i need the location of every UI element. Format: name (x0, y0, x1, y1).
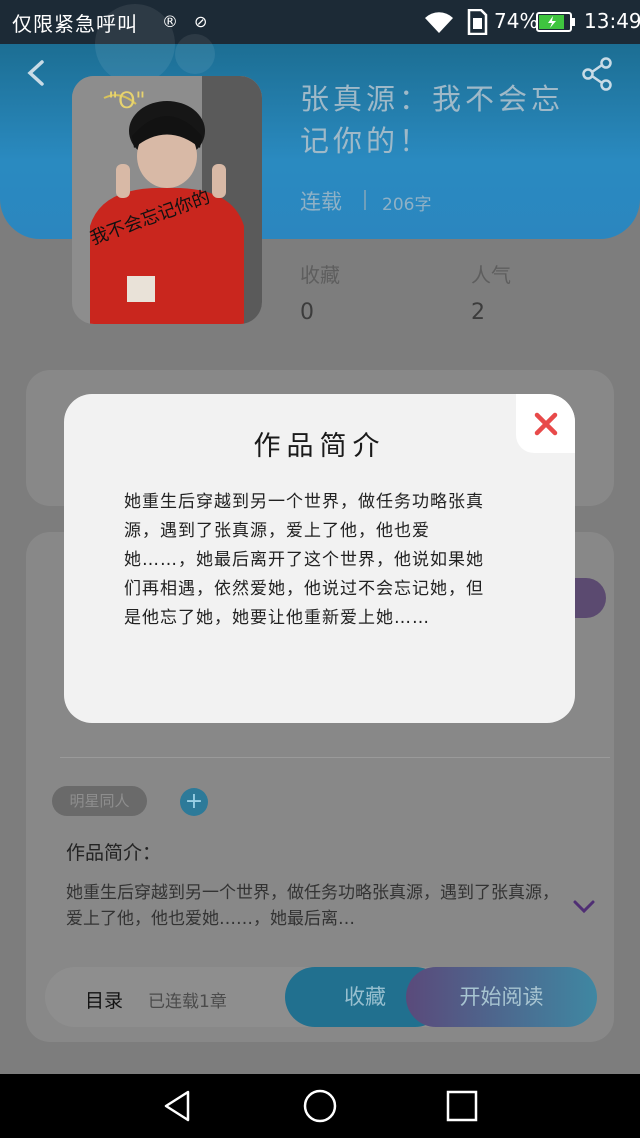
chevron-down-icon[interactable] (572, 896, 596, 921)
serial-status: 连载 (300, 190, 342, 214)
close-icon[interactable] (534, 412, 558, 440)
intro-preview: 她重生后穿越到另一个世界，做任务功略张真源，遇到了张真源，爱上了他，他也爱她……… (66, 883, 559, 929)
chapter-count: 已连载1章 (148, 992, 227, 1012)
dialog-title: 作品简介 (253, 431, 386, 462)
sim-icon (466, 8, 488, 39)
recents-nav-icon[interactable] (444, 1088, 480, 1128)
battery-icon (536, 12, 576, 36)
back-icon[interactable] (22, 58, 52, 88)
divider (364, 190, 366, 210)
favorites-label: 收藏 (300, 263, 340, 287)
wifi-icon (422, 9, 456, 39)
sync-icon: ⊘ (194, 12, 208, 31)
word-count: 206字 (382, 195, 432, 215)
svg-text:"O": "O" (108, 89, 146, 114)
toc-button[interactable]: 目录 (85, 986, 123, 1013)
divider (60, 757, 610, 758)
intro-dialog: 作品简介 她重生后穿越到另一个世界，做任务功略张真源，遇到了张真源，爱上了他，他… (64, 394, 575, 723)
decor-bubble (95, 4, 175, 84)
dialog-body: 她重生后穿越到另一个世界，做任务功略张真源，遇到了张真源，爱上了他，他也爱她……… (124, 492, 484, 628)
genre-tag[interactable]: 明星同人 (52, 786, 147, 816)
book-cover: "O" 我不会忘记你的 (72, 76, 262, 324)
back-nav-icon[interactable] (160, 1088, 196, 1128)
add-tag-button[interactable]: + (180, 788, 208, 816)
decor-bubble (175, 34, 215, 74)
book-title: 张真源：我不会忘记你的！ (300, 82, 565, 158)
favorites-count: 0 (300, 300, 314, 325)
start-reading-button[interactable]: 开始阅读 (406, 967, 597, 1027)
battery-percent: 74% (494, 9, 539, 33)
intro-label: 作品简介： (66, 842, 162, 864)
popularity-count: 2 (471, 300, 485, 325)
popularity-label: 人气 (471, 263, 511, 287)
share-icon[interactable] (580, 56, 616, 92)
navigation-bar (0, 1074, 640, 1138)
home-nav-icon[interactable] (302, 1088, 338, 1128)
close-button[interactable] (516, 394, 575, 453)
clock: 13:49 (584, 9, 640, 33)
